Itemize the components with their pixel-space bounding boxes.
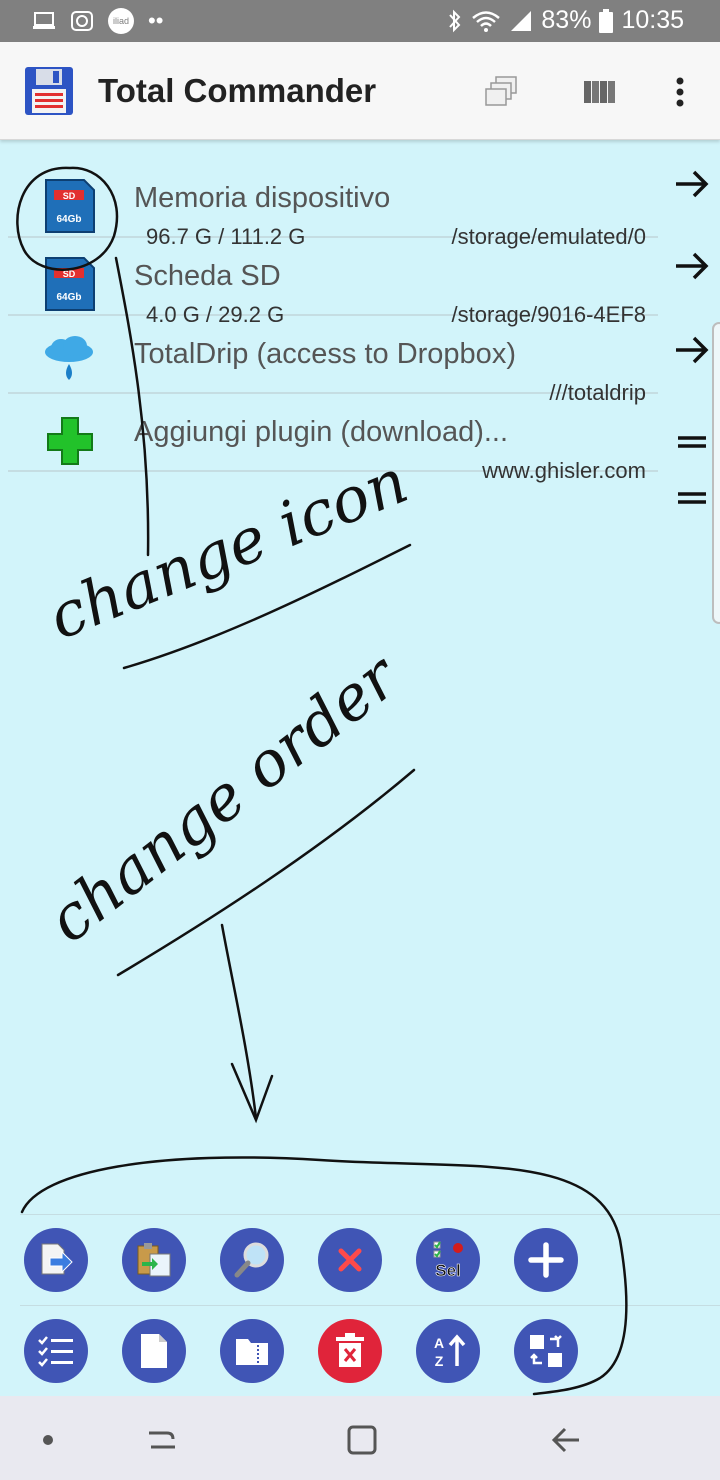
search-button[interactable] [220, 1228, 284, 1292]
app-title: Total Commander [98, 72, 377, 109]
new-file-button[interactable] [122, 1319, 186, 1383]
navigation-bar [0, 1396, 720, 1480]
entry-name: Scheda SD [134, 260, 281, 292]
open-arrow-icon[interactable] [672, 168, 712, 200]
stacked-windows-icon [485, 76, 517, 106]
more-notifications-icon: •• [148, 8, 164, 33]
move-button[interactable] [122, 1228, 186, 1292]
battery-icon [599, 8, 614, 33]
svg-text:Z: Z [435, 1353, 444, 1369]
list-item[interactable]: TotalDrip (access to Dropbox) ///totaldr… [8, 316, 658, 405]
entry-path: www.ghisler.com [482, 458, 646, 483]
dot-icon [43, 1435, 53, 1445]
svg-text:64Gb: 64Gb [56, 214, 81, 225]
recent-apps-button[interactable] [142, 1420, 182, 1460]
bookmarks-button[interactable] [578, 70, 622, 114]
close-icon [338, 1248, 362, 1272]
annotation-note-icon: change icon [38, 444, 417, 654]
zip-folder-icon [236, 1339, 268, 1365]
list-item[interactable]: SD 64Gb Memoria dispositivo 96.7 G / 111… [8, 160, 658, 249]
overflow-menu-button[interactable] [658, 70, 702, 114]
status-bar: iliad •• 83% 10:35 [0, 0, 720, 42]
signal-icon [511, 10, 532, 31]
clipboard-move-icon [137, 1243, 171, 1277]
annotation-note-order: change order [34, 638, 413, 957]
svg-text:SD: SD [63, 191, 76, 201]
drag-handle-icon[interactable] [672, 482, 712, 514]
sort-button[interactable]: A Z [416, 1319, 480, 1383]
entry-name: Aggiungi plugin (download)... [134, 416, 509, 448]
svg-text:64Gb: 64Gb [56, 292, 81, 303]
clock: 10:35 [621, 6, 684, 34]
open-arrow-icon[interactable] [672, 250, 712, 282]
storage-list: SD 64Gb Memoria dispositivo 96.7 G / 111… [8, 160, 658, 483]
search-icon [234, 1242, 269, 1278]
bluetooth-icon [449, 9, 461, 32]
back-button[interactable] [546, 1420, 586, 1460]
plus-icon [47, 417, 93, 465]
file-icon [141, 1334, 167, 1368]
home-button[interactable] [342, 1420, 382, 1460]
list-item[interactable]: Aggiungi plugin (download)... www.ghisle… [8, 394, 658, 483]
windows-button[interactable] [478, 70, 522, 114]
open-arrow-icon[interactable] [672, 334, 712, 366]
annotation-underline [122, 543, 412, 670]
plus-icon [528, 1242, 564, 1278]
entry-name: Memoria dispositivo [134, 182, 391, 214]
sd-card-icon: SD 64Gb [45, 179, 95, 233]
checklist-icon [38, 1336, 73, 1367]
swap-icon [530, 1335, 562, 1367]
copy-files-icon [41, 1243, 73, 1275]
annotation-underline [116, 768, 416, 977]
laptop-icon [33, 12, 55, 29]
delete-button[interactable] [318, 1319, 382, 1383]
svg-text:Sel: Sel [435, 1261, 461, 1280]
more-vert-icon [676, 77, 684, 107]
wifi-icon [472, 10, 501, 32]
recents-icon [149, 1431, 175, 1449]
select-files-icon: Sel [433, 1241, 463, 1280]
back-arrow-icon [551, 1427, 579, 1453]
library-icon [584, 81, 615, 103]
copy-button[interactable] [24, 1228, 88, 1292]
svg-text:A: A [434, 1335, 444, 1351]
sync-icon [71, 11, 93, 31]
app-bar: Total Commander [0, 42, 720, 140]
annotation-arrowhead [230, 1062, 274, 1124]
drag-handle-icon[interactable] [672, 426, 712, 458]
sort-az-icon: A Z [434, 1334, 466, 1369]
list-item[interactable]: SD 64Gb Scheda SD 4.0 G / 29.2 G /storag… [8, 238, 658, 327]
add-button[interactable] [514, 1228, 578, 1292]
toolbar-divider [20, 1305, 720, 1306]
carrier-badge: iliad [108, 8, 134, 34]
select-list-button[interactable] [24, 1319, 88, 1383]
toolbar-divider [20, 1214, 720, 1215]
battery-percent: 83% [541, 6, 592, 34]
swap-panels-button[interactable] [514, 1319, 578, 1383]
side-panel-handle[interactable] [712, 322, 720, 624]
cloud-icon [45, 336, 93, 380]
select-button[interactable]: Sel [416, 1228, 480, 1292]
floppy-disk-icon [25, 67, 73, 115]
entry-name: TotalDrip (access to Dropbox) [134, 338, 516, 370]
nav-dot-button[interactable] [28, 1420, 68, 1460]
home-icon [347, 1425, 377, 1455]
svg-text:SD: SD [63, 269, 76, 279]
cancel-button[interactable] [318, 1228, 382, 1292]
sd-card-icon: SD 64Gb [45, 257, 95, 311]
archive-button[interactable] [220, 1319, 284, 1383]
annotation-arrow [220, 923, 258, 1120]
trash-icon [336, 1333, 364, 1367]
